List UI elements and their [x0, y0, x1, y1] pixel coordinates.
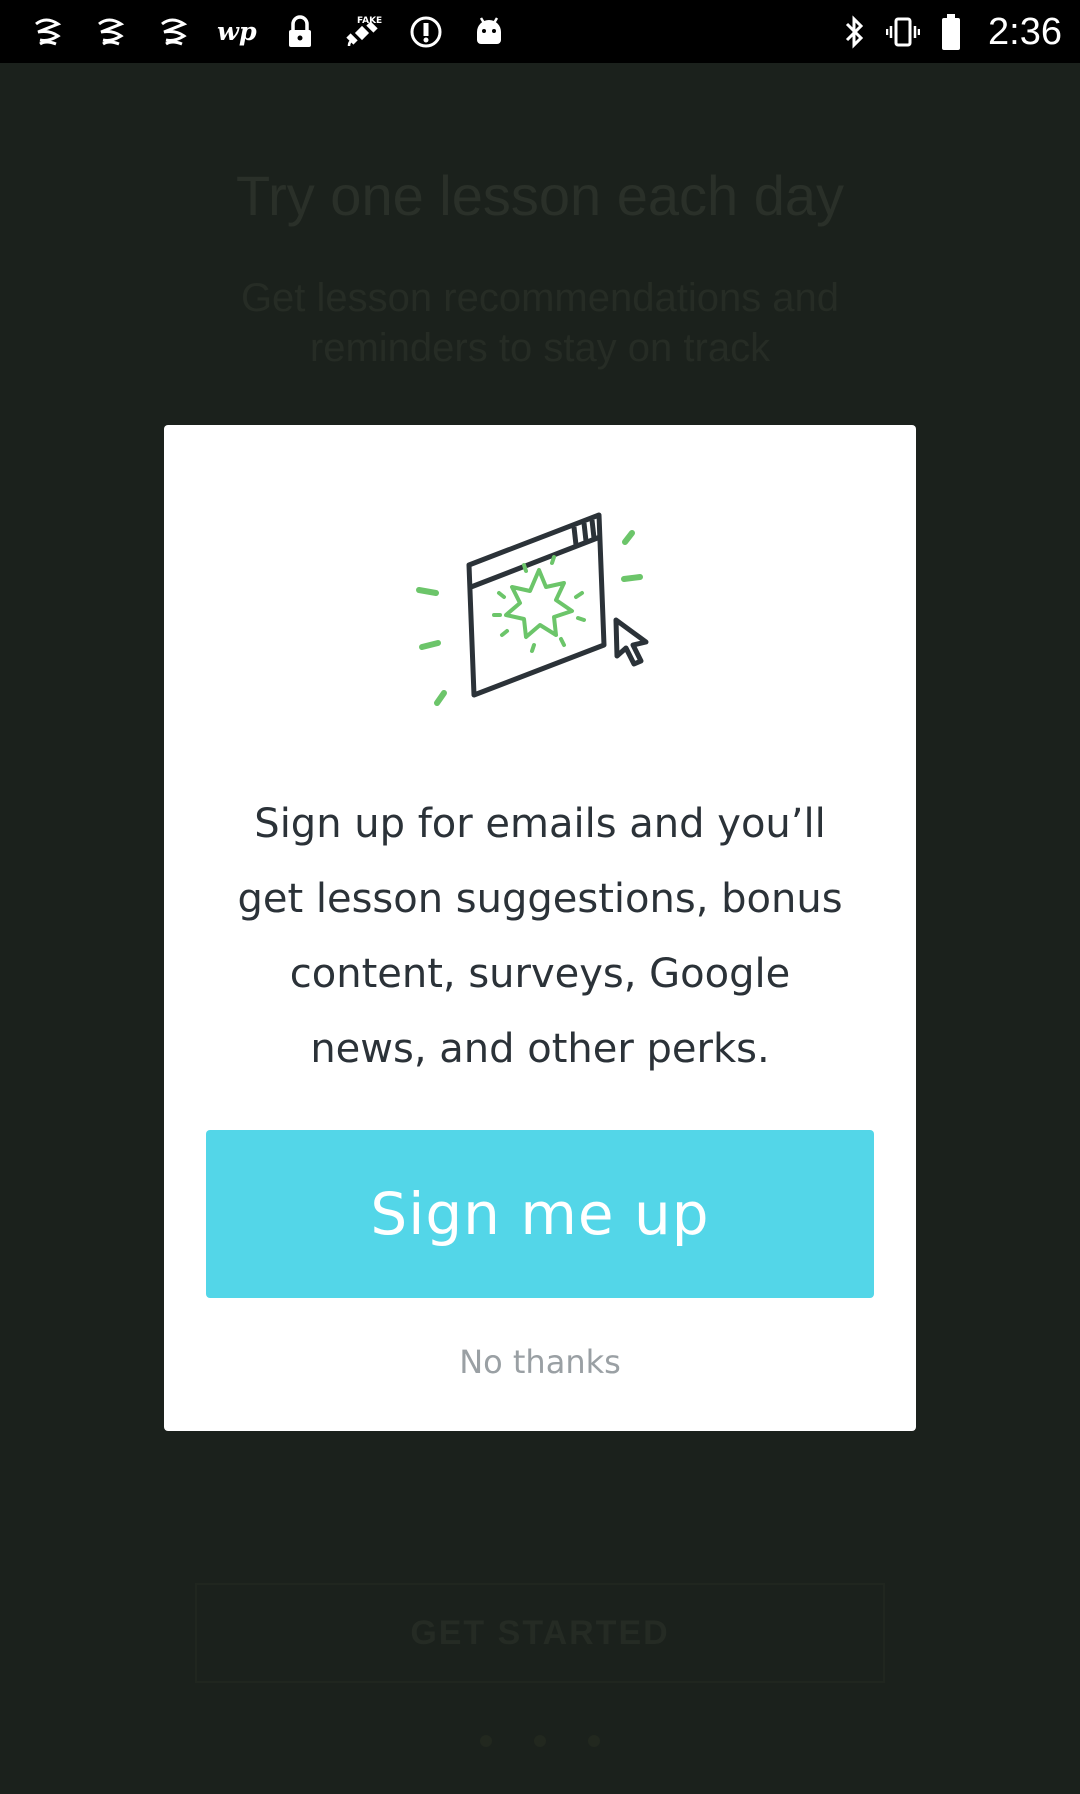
page-indicator — [480, 1731, 600, 1751]
page-dot — [588, 1735, 600, 1747]
yarn-icon — [28, 12, 68, 52]
svg-text:wp: wp — [217, 17, 257, 47]
system-icons: 2:36 — [838, 8, 1062, 56]
yarn-icon — [154, 12, 194, 52]
battery-icon — [934, 12, 968, 52]
notification-icons: wp FAKE — [28, 8, 532, 56]
no-thanks-link[interactable]: No thanks — [164, 1343, 916, 1381]
get-started-button: GET STARTED — [195, 1583, 885, 1683]
clock: 2:36 — [988, 10, 1062, 53]
android-icon — [469, 12, 509, 52]
page-dot — [534, 1735, 546, 1747]
message-line: news, and other perks. — [310, 1026, 770, 1072]
yarn-icon — [91, 12, 131, 52]
page-dot — [480, 1735, 492, 1747]
status-bar: wp FAKE 2:36 — [0, 0, 1080, 63]
background-title: Try one lesson each day — [235, 164, 845, 227]
message-line: get lesson suggestions, bonus — [237, 876, 843, 922]
circle-info-icon — [406, 12, 446, 52]
bluetooth-icon — [838, 12, 872, 52]
message-line: content, surveys, Google — [289, 951, 791, 997]
lock-icon — [280, 12, 320, 52]
sign-me-up-button[interactable]: Sign me up — [206, 1130, 874, 1298]
background-subtitle: Get lesson recommendations and reminders… — [240, 276, 840, 370]
washington-post-icon: wp — [217, 12, 257, 52]
signup-message: Sign up for emails and you’ll get lesson… — [204, 787, 876, 1087]
email-signup-dialog: Sign up for emails and you’ll get lesson… — [164, 425, 916, 1431]
browser-window-burst-icon — [414, 505, 666, 715]
message-line: Sign up for emails and you’ll — [254, 801, 826, 847]
vibrate-icon — [886, 12, 921, 52]
fake-gps-satellite-icon: FAKE — [343, 12, 383, 52]
